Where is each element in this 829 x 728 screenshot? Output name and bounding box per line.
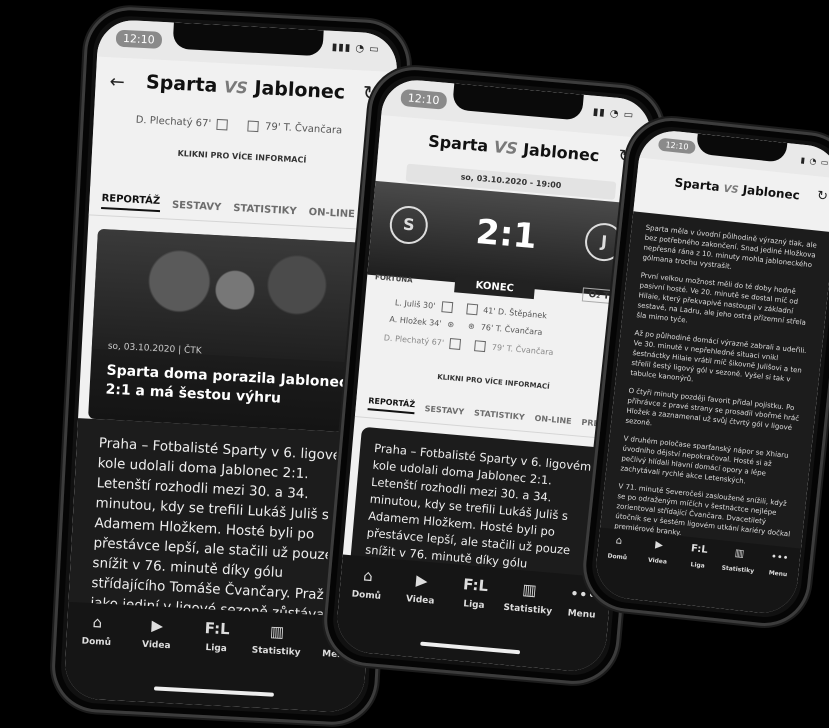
nav-menu[interactable]: ••• Menu bbox=[756, 551, 798, 616]
phone-right-screen: 12:10 ▮ ◔ ▭ Sparta VS Jablonec ↻ Sparta … bbox=[592, 127, 829, 617]
away-team-title: Jablonec bbox=[742, 182, 801, 203]
away-team-title: Jablonec bbox=[522, 139, 601, 166]
signal-wifi-battery-icon: ▮▮▮ ◔ ▭ bbox=[331, 41, 381, 56]
vs-label: VS bbox=[493, 137, 519, 159]
tab-statistiky[interactable]: STATISTIKY bbox=[233, 202, 297, 216]
nav-league[interactable]: F:L Liga bbox=[676, 542, 718, 607]
article-hero[interactable]: so, 03.10.2020 | ČTK Sparta doma porazil… bbox=[88, 228, 378, 434]
home-icon: ⌂ bbox=[92, 613, 103, 632]
stats-icon: ▥ bbox=[521, 580, 538, 600]
event-home: L. Juliš 30' bbox=[394, 298, 436, 311]
event-away: 76' T. Čvančara bbox=[480, 322, 543, 338]
event-row: D. Plechatý 67' 79' T. Čvančara bbox=[383, 332, 553, 358]
nav-label: Menu bbox=[567, 608, 596, 621]
tab-online[interactable]: ON-LINE bbox=[308, 206, 355, 219]
nav-stats[interactable]: ▥ Statistiky bbox=[716, 546, 758, 611]
goal-icon: ⊛ bbox=[447, 319, 455, 330]
article-body-container: Sparta měla v úvodní půlhodině výrazný t… bbox=[599, 211, 829, 555]
notch bbox=[695, 133, 788, 163]
nav-label: Statistiky bbox=[251, 645, 301, 659]
nav-home[interactable]: ⌂ Domů bbox=[334, 564, 395, 654]
goal-icon bbox=[247, 120, 260, 133]
article-headline: Sparta doma porazila Jablonec 2:1 a má š… bbox=[105, 362, 348, 407]
menu-icon: ••• bbox=[770, 551, 790, 565]
article-paragraph: Až po půlhodině domácí výrazně zabrali a… bbox=[630, 329, 807, 384]
nav-label: Domů bbox=[351, 589, 382, 602]
tab-sestavy[interactable]: SESTAVY bbox=[172, 199, 222, 213]
nav-label: Domů bbox=[81, 636, 112, 649]
nav-label: Statistiky bbox=[502, 602, 553, 617]
events-panel: D. Plechatý 67' 79' T. Čvančara KLIKNI P… bbox=[90, 102, 395, 189]
match-title: Sparta VS Jablonec bbox=[636, 171, 829, 206]
goal-icon: ⊛ bbox=[467, 321, 476, 332]
event-row: D. Plechatý 67' 79' T. Čvančara bbox=[135, 115, 342, 137]
card-icon bbox=[465, 303, 478, 316]
event-home: A. Hložek 34' bbox=[389, 314, 442, 329]
event-home: D. Plechatý 67' bbox=[383, 333, 445, 348]
vs-label: VS bbox=[223, 77, 249, 98]
league-icon: F:L bbox=[204, 618, 231, 639]
home-icon: ⌂ bbox=[615, 535, 623, 547]
notch bbox=[172, 22, 324, 57]
nav-label: Videa bbox=[647, 556, 668, 566]
nav-videos[interactable]: ▶ Videa bbox=[635, 538, 677, 603]
article-paragraph: V druhém poločase sparťanský nápor se Xh… bbox=[619, 434, 789, 486]
signal-wifi-battery-icon: ▮ ◔ ▭ bbox=[800, 155, 829, 168]
notch bbox=[452, 83, 584, 121]
refresh-icon[interactable]: ↻ bbox=[816, 188, 828, 204]
stats-icon: ▥ bbox=[269, 622, 285, 642]
nav-label: Videa bbox=[405, 594, 435, 607]
league-icon: F:L bbox=[462, 575, 489, 596]
video-icon: ▶ bbox=[654, 539, 664, 552]
event-home: D. Plechatý 67' bbox=[135, 114, 212, 130]
vs-label: VS bbox=[722, 183, 740, 197]
nav-stats[interactable]: ▥ Statistiky bbox=[245, 621, 305, 710]
tab-sestavy[interactable]: SESTAVY bbox=[424, 404, 464, 416]
home-team-title: Sparta bbox=[673, 175, 721, 195]
nav-label: Videa bbox=[141, 639, 171, 652]
clock: 12:10 bbox=[115, 29, 163, 49]
card-icon bbox=[216, 118, 229, 131]
league-icon: F:L bbox=[690, 543, 709, 556]
article-paragraph: Sparta měla v úvodní půlhodině výrazný t… bbox=[642, 223, 818, 271]
nav-label: Domů bbox=[607, 552, 628, 562]
clock: 12:10 bbox=[400, 88, 448, 110]
clock: 12:10 bbox=[657, 137, 697, 155]
tab-bar: REPORTÁŽ SESTAVY STATISTIKY ON-LINE PREV… bbox=[88, 186, 399, 232]
bottom-nav: ⌂Domů ▶Videa F:LLiga ▥Statistiky •••Menu bbox=[63, 601, 369, 714]
away-team-title: Jablonec bbox=[253, 76, 346, 104]
article-paragraph: První velkou možnost měli do té doby hod… bbox=[636, 271, 807, 327]
match-title: Sparta VS Jablonec bbox=[95, 69, 396, 107]
card-icon bbox=[449, 338, 462, 350]
event-away: 79' T. Čvančara bbox=[491, 342, 554, 358]
nav-home[interactable]: ⌂ Domů bbox=[65, 612, 125, 701]
tab-reportaz[interactable]: REPORTÁŽ bbox=[101, 193, 161, 213]
nav-label: Liga bbox=[205, 643, 228, 655]
stats-icon: ▥ bbox=[734, 547, 745, 560]
event-away: 79' T. Čvančara bbox=[264, 121, 343, 137]
tab-online[interactable]: ON-LINE bbox=[534, 413, 572, 425]
more-info-link[interactable]: KLIKNI PRO VÍCE INFORMACÍ bbox=[92, 144, 392, 169]
nav-label: Statistiky bbox=[721, 564, 755, 575]
home-team-title: Sparta bbox=[145, 71, 218, 97]
nav-home[interactable]: ⌂ Domů bbox=[595, 534, 637, 599]
article-paragraph: O čtyři minuty později favorit přidal po… bbox=[624, 386, 800, 433]
nav-label: Liga bbox=[462, 599, 485, 612]
nav-label: Liga bbox=[690, 561, 706, 570]
article-body: Praha – Fotbalisté Sparty v 6. ligovém k… bbox=[89, 435, 355, 627]
home-icon: ⌂ bbox=[362, 566, 374, 586]
tab-statistiky[interactable]: STATISTIKY bbox=[474, 408, 525, 421]
signal-wifi-battery-icon: ▮▮ ◔ ▭ bbox=[592, 106, 635, 122]
nav-label: Menu bbox=[768, 569, 788, 579]
goal-icon bbox=[440, 301, 453, 314]
home-team-title: Sparta bbox=[427, 131, 490, 156]
video-icon: ▶ bbox=[151, 616, 164, 635]
video-icon: ▶ bbox=[415, 571, 429, 590]
event-away: 41' D. Štěpánek bbox=[482, 305, 548, 321]
tab-reportaz[interactable]: REPORTÁŽ bbox=[367, 396, 416, 415]
goal-icon bbox=[474, 340, 487, 353]
nav-stats[interactable]: ▥ Statistiky bbox=[496, 579, 557, 669]
